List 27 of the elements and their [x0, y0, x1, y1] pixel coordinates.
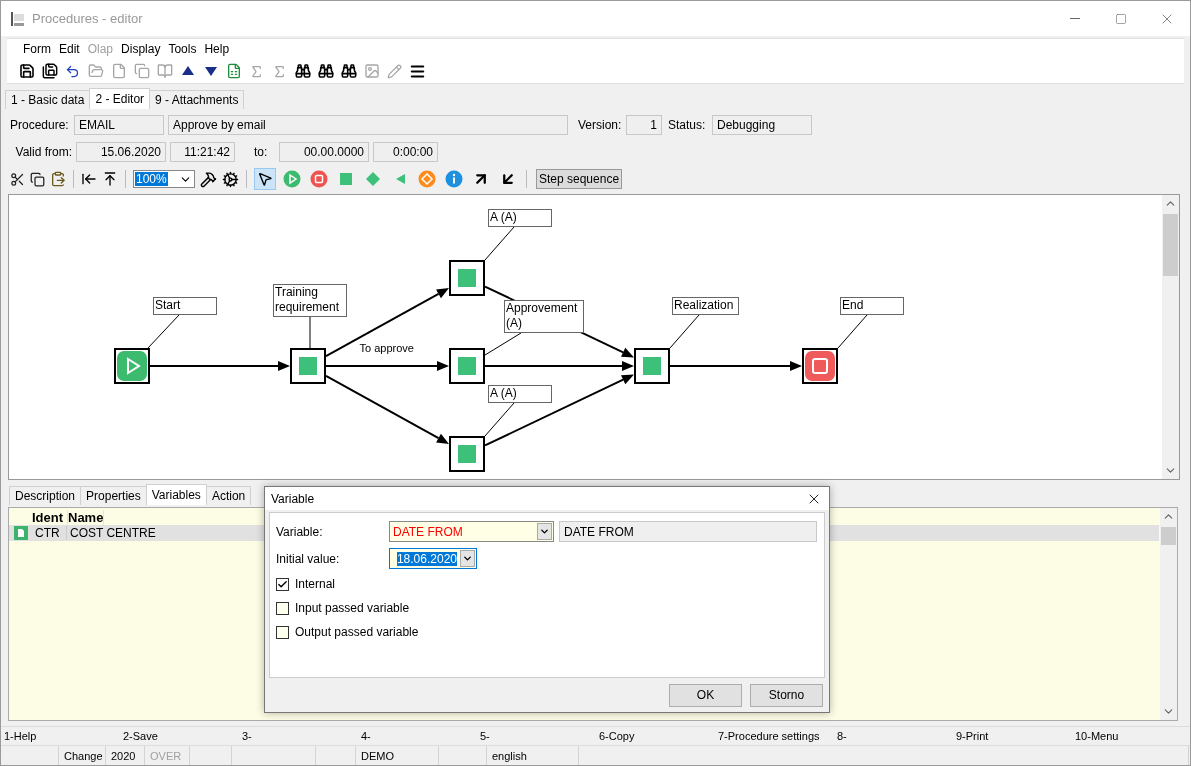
status-text: 2020: [111, 749, 136, 762]
node-label: End: [840, 297, 904, 315]
window-title: Procedures - editor: [32, 11, 144, 26]
checkbox-label: Output passed variable: [295, 625, 419, 639]
status-text: DEMO: [361, 749, 394, 762]
field-label: to:: [253, 145, 269, 159]
node-label: A (A): [488, 385, 552, 403]
field-label: Version:: [578, 118, 622, 132]
status-text: OVER: [150, 749, 182, 762]
node-label: Start: [153, 297, 217, 315]
table-cell: CTR: [32, 526, 67, 540]
checkbox-label: Internal: [295, 577, 336, 591]
field-label: Initial value:: [276, 551, 341, 566]
table-cell-text: COST CENTRE: [69, 526, 156, 540]
checkbox-label: Input passed variable: [295, 601, 410, 615]
edge-label: To approve: [359, 342, 414, 354]
node-label: Training requirement: [273, 284, 347, 317]
dialog-title: Variable: [271, 491, 315, 506]
status-text: english: [492, 749, 527, 762]
field-label: Variable:: [276, 524, 324, 539]
node-label: Approvement (A): [504, 300, 584, 333]
node-label: A (A): [488, 209, 552, 227]
field-label: Procedure:: [10, 118, 70, 132]
field-label: Status:: [668, 118, 707, 132]
status-text: Change: [64, 749, 103, 762]
node-label: Realization: [672, 297, 739, 315]
field-label: Valid from:: [14, 145, 72, 159]
